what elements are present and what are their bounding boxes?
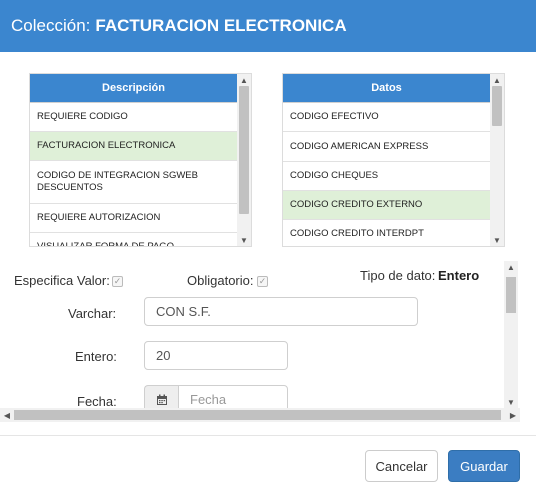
entero-label: Entero: [75,349,117,364]
varchar-input[interactable]: CON S.F. [144,297,418,326]
obligatorio-checkbox[interactable]: ✓ [257,276,268,287]
list-item[interactable]: CODIGO DE INTEGRACION SGWEB DESCUENTOS [30,161,237,204]
modal-title-collection: FACTURACION ELECTRONICA [95,16,347,35]
fecha-input-group: Fecha [144,385,288,408]
obligatorio-label: Obligatorio: [187,273,254,288]
entero-input[interactable]: 20 [144,341,288,370]
varchar-label: Varchar: [68,306,117,321]
list-item-selected[interactable]: FACTURACION ELECTRONICA [30,132,237,161]
list-item[interactable]: CODIGO EFECTIVO [283,103,490,132]
scroll-down-arrow-icon[interactable]: ▼ [237,234,251,246]
data-list: Datos CODIGO EFECTIVO CODIGO AMERICAN EX… [283,74,490,246]
form-vertical-scrollbar[interactable]: ▲ ▼ [504,261,518,408]
modal-header: Colección: FACTURACION ELECTRONICA [0,0,536,52]
especifica-valor-checkbox[interactable]: ✓ [112,276,123,287]
data-column-header: Datos [283,74,490,103]
list-item[interactable]: REQUIERE AUTORIZACION [30,204,237,233]
footer-divider [0,435,536,436]
scrollbar-thumb[interactable] [239,86,249,214]
tipo-dato-value: Entero [438,268,480,283]
scroll-right-arrow-icon[interactable]: ▶ [506,408,520,422]
scroll-up-arrow-icon[interactable]: ▲ [504,261,518,273]
especifica-valor-label: Especifica Valor: [14,273,110,288]
description-list-scrollbar[interactable]: ▲ ▼ [237,74,251,246]
checkmark-icon: ✓ [258,276,267,286]
list-item[interactable]: CODIGO CREDITO INTERDPT [283,220,490,246]
fecha-label: Fecha: [77,394,117,408]
list-item[interactable]: REQUIERE CODIGO [30,103,237,132]
list-item[interactable]: CODIGO CHEQUES [283,162,490,191]
description-list-panel: Descripción REQUIERE CODIGO FACTURACION … [29,73,252,247]
scroll-down-arrow-icon[interactable]: ▼ [504,396,518,408]
scrollbar-thumb[interactable] [506,277,516,313]
value-form: Especifica Valor: ✓ Obligatorio: ✓ Tipo … [0,258,520,408]
scroll-left-arrow-icon[interactable]: ◀ [0,408,14,422]
cancel-button[interactable]: Cancelar [365,450,438,482]
description-list: Descripción REQUIERE CODIGO FACTURACION … [30,74,237,246]
scrollbar-thumb[interactable] [14,410,501,420]
checkmark-icon: ✓ [113,276,122,286]
description-column-header: Descripción [30,74,237,103]
calendar-icon[interactable] [144,385,178,408]
data-list-scrollbar[interactable]: ▲ ▼ [490,74,504,246]
scroll-up-arrow-icon[interactable]: ▲ [490,74,504,86]
list-item[interactable]: CODIGO AMERICAN EXPRESS [283,132,490,162]
tipo-dato-label: Tipo de dato: [360,268,436,283]
data-list-panel: Datos CODIGO EFECTIVO CODIGO AMERICAN EX… [282,73,505,247]
scroll-up-arrow-icon[interactable]: ▲ [237,74,251,86]
scroll-down-arrow-icon[interactable]: ▼ [490,234,504,246]
fecha-input[interactable]: Fecha [178,385,288,408]
list-item-selected[interactable]: CODIGO CREDITO EXTERNO [283,191,490,220]
list-item[interactable]: VISUALIZAR FORMA DE PAGO [30,233,237,246]
save-button[interactable]: Guardar [448,450,520,482]
modal-title-prefix: Colección: [11,16,91,35]
scrollbar-thumb[interactable] [492,86,502,126]
form-horizontal-scrollbar[interactable]: ◀ ▶ [0,408,520,422]
